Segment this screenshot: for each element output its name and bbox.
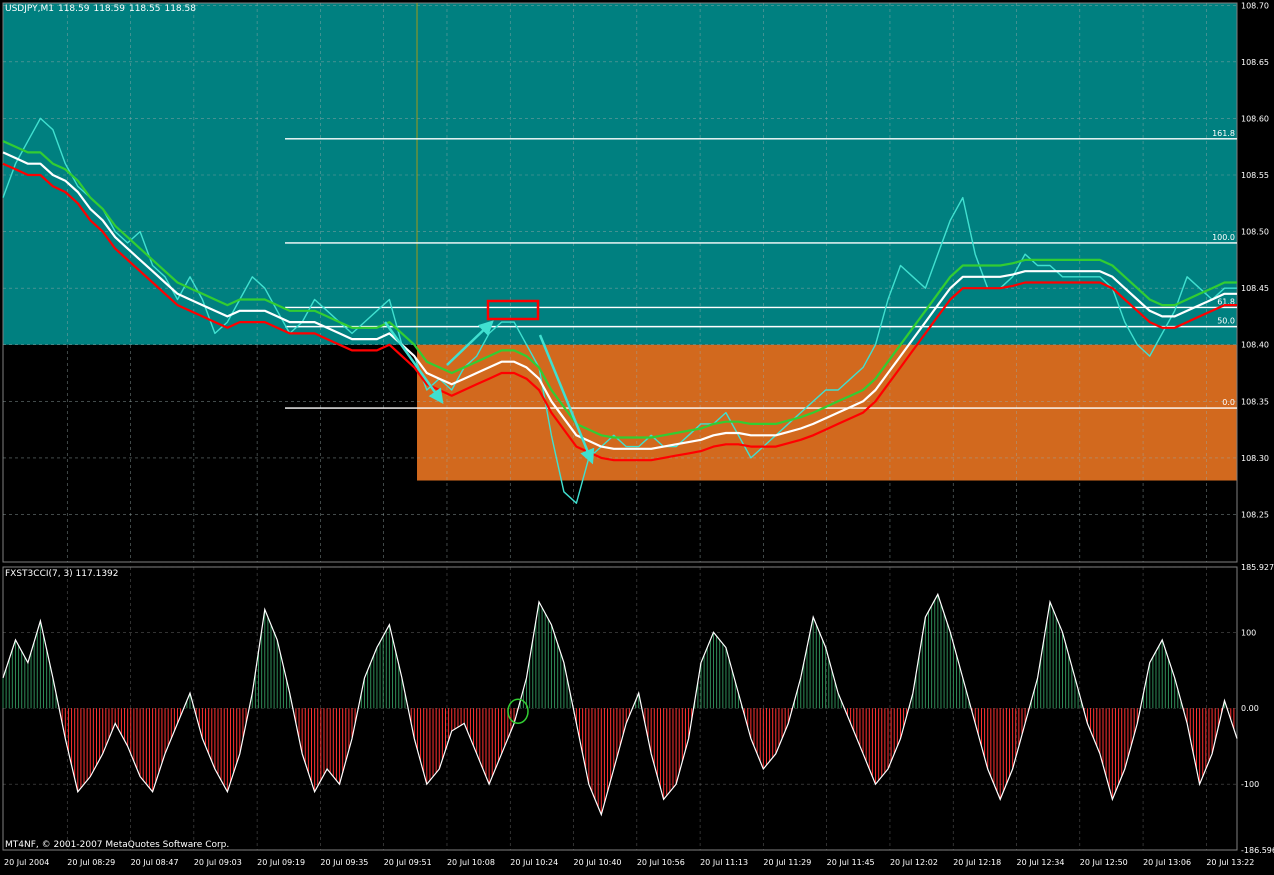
time-tick-label: 20 Jul 08:29 bbox=[67, 858, 115, 867]
time-tick-label: 20 Jul 09:35 bbox=[320, 858, 368, 867]
time-tick-label: 20 Jul 10:56 bbox=[637, 858, 685, 867]
price-tick-label: 108.30 bbox=[1241, 454, 1269, 463]
indicator-tick-label: 185.927 bbox=[1241, 563, 1274, 572]
price-tick-label: 108.70 bbox=[1241, 1, 1269, 10]
time-tick-label: 20 Jul 09:19 bbox=[257, 858, 305, 867]
time-tick-label: 20 Jul 13:06 bbox=[1143, 858, 1191, 867]
fib-level-label: 50.0 bbox=[1217, 317, 1235, 326]
price-tick-label: 108.45 bbox=[1241, 284, 1269, 293]
copyright-label: MT4NF, © 2001-2007 MetaQuotes Software C… bbox=[5, 840, 230, 850]
time-tick-label: 20 Jul 13:22 bbox=[1206, 858, 1254, 867]
price-tick-label: 108.25 bbox=[1241, 510, 1269, 519]
indicator-panel: 185.927 100 0.00 -100 -186.596 bbox=[2, 563, 1274, 855]
time-tick-label: 20 Jul 11:13 bbox=[700, 858, 748, 867]
price-tick-label: 108.65 bbox=[1241, 58, 1269, 67]
open-value: 118.59 bbox=[57, 4, 90, 14]
indicator-tick-label: -100 bbox=[1241, 780, 1259, 789]
low-value: 118.55 bbox=[128, 4, 161, 14]
high-value: 118.59 bbox=[93, 4, 125, 14]
time-tick-label: 20 Jul 12:50 bbox=[1080, 858, 1128, 867]
indicator-tick-label: 0.00 bbox=[1241, 704, 1259, 713]
teal-zone bbox=[3, 3, 1237, 345]
time-tick-label: 20 Jul 11:45 bbox=[827, 858, 875, 867]
price-tick-label: 108.35 bbox=[1241, 397, 1269, 406]
time-tick-label: 20 Jul 11:29 bbox=[763, 858, 811, 867]
close-value: 118.58 bbox=[164, 4, 196, 14]
price-tick-label: 108.50 bbox=[1241, 228, 1269, 237]
time-tick-label: 20 Jul 09:51 bbox=[384, 858, 432, 867]
symbol-label: USDJPY,M1 bbox=[5, 4, 54, 14]
chart-window: 108.70 108.65 108.60 108.55 108.50 108.45 108.… bbox=[0, 0, 1274, 871]
orange-zone bbox=[417, 344, 1238, 481]
price-tick-label: 108.60 bbox=[1241, 114, 1269, 123]
time-tick-label: 20 Jul 12:34 bbox=[1017, 858, 1065, 867]
price-panel: 108.70 108.65 108.60 108.55 108.50 108.45 108.… bbox=[2, 1, 1269, 563]
indicator-tick-label: -186.596 bbox=[1241, 846, 1274, 855]
time-tick-label: 20 Jul 10:08 bbox=[447, 858, 495, 867]
price-tick-label: 108.40 bbox=[1241, 341, 1269, 350]
fib-level-label: 161.8 bbox=[1212, 129, 1235, 138]
price-tick-label: 108.55 bbox=[1241, 171, 1269, 180]
time-tick-label: 20 Jul 10:24 bbox=[510, 858, 558, 867]
fib-level-label: 100.0 bbox=[1212, 233, 1235, 242]
chart-canvas[interactable]: 108.70 108.65 108.60 108.55 108.50 108.45 108.… bbox=[0, 0, 1274, 871]
time-tick-label: 20 Jul 10:40 bbox=[574, 858, 622, 867]
time-tick-label: 20 Jul 08:47 bbox=[131, 858, 179, 867]
time-tick-label: 20 Jul 12:18 bbox=[953, 858, 1001, 867]
indicator-header: FXST3CCI(7, 3) 117.1392 bbox=[5, 569, 119, 579]
time-tick-label: 20 Jul 09:03 bbox=[194, 858, 242, 867]
indicator-tick-label: 100 bbox=[1241, 628, 1256, 637]
fib-level-label: 0.0 bbox=[1222, 398, 1235, 407]
time-axis: 20 Jul 2004 20 Jul 08:29 20 Jul 08:47 20 Ju… bbox=[4, 858, 1254, 867]
time-tick-label: 20 Jul 12:02 bbox=[890, 858, 938, 867]
time-tick-label: 20 Jul 2004 bbox=[4, 858, 49, 867]
price-header: USDJPY,M1 118.59 118.59 118.55 118.58 bbox=[5, 4, 200, 14]
